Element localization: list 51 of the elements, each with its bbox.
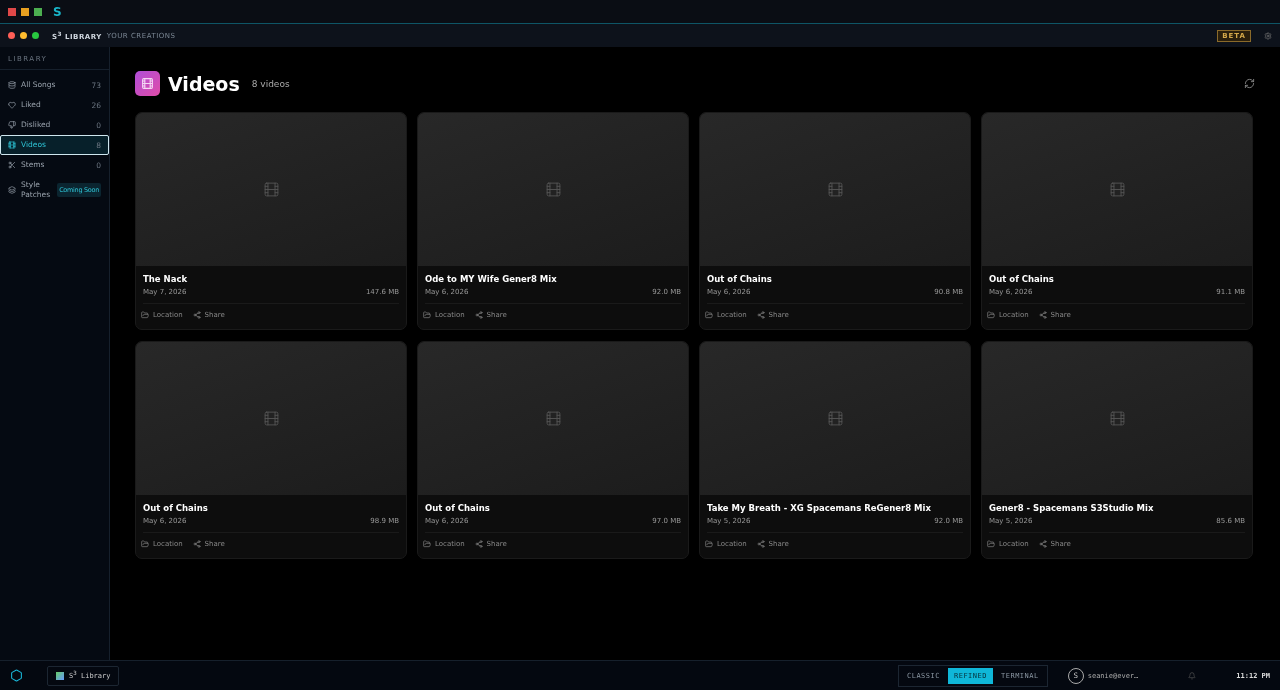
share-icon bbox=[474, 540, 483, 548]
thumbs-down-icon bbox=[8, 121, 16, 129]
share-icon bbox=[756, 540, 765, 548]
share-icon bbox=[474, 311, 483, 319]
film-icon bbox=[135, 71, 160, 96]
share-icon bbox=[192, 540, 201, 548]
film-icon bbox=[826, 410, 844, 427]
folder-icon bbox=[987, 311, 995, 319]
app-logo: S bbox=[53, 4, 62, 19]
video-title: Ode to MY Wife Gener8 Mix bbox=[425, 274, 558, 284]
layers-icon bbox=[8, 186, 16, 194]
film-icon bbox=[1108, 410, 1126, 427]
minimize-icon[interactable] bbox=[20, 32, 27, 39]
database-icon bbox=[8, 81, 16, 89]
refresh-icon[interactable] bbox=[1244, 78, 1255, 89]
share-icon bbox=[756, 311, 765, 319]
maximize-icon[interactable] bbox=[34, 7, 42, 16]
close-icon[interactable] bbox=[8, 32, 15, 39]
video-title: Gener8 - Spacemans S3Studio Mix bbox=[989, 503, 1155, 513]
video-title: Out of Chains bbox=[143, 503, 209, 513]
folder-icon bbox=[705, 540, 713, 548]
film-icon bbox=[1108, 181, 1126, 198]
folder-icon bbox=[705, 311, 713, 319]
folder-icon bbox=[987, 540, 995, 548]
folder-icon bbox=[423, 540, 431, 548]
film-icon bbox=[8, 141, 16, 149]
film-icon bbox=[262, 181, 280, 198]
share-icon bbox=[1038, 540, 1047, 548]
close-icon[interactable] bbox=[8, 7, 16, 16]
page-title: Videos bbox=[168, 72, 240, 95]
video-title: Out of Chains bbox=[707, 274, 773, 284]
film-icon bbox=[826, 181, 844, 198]
folder-icon bbox=[141, 540, 149, 548]
scissors-icon bbox=[8, 161, 16, 169]
film-icon bbox=[544, 181, 562, 198]
video-title: The Nack bbox=[143, 274, 189, 284]
video-title: Out of Chains bbox=[425, 503, 491, 513]
settings-icon[interactable] bbox=[1264, 31, 1272, 40]
share-icon bbox=[1038, 311, 1047, 319]
film-icon bbox=[544, 410, 562, 427]
video-title: Out of Chains bbox=[989, 274, 1055, 284]
hexagon-icon[interactable] bbox=[10, 669, 23, 682]
film-icon bbox=[262, 410, 280, 427]
share-icon bbox=[192, 311, 201, 319]
video-title: Take My Breath - XG Spacemans ReGener8 Mix bbox=[707, 503, 932, 513]
folder-icon bbox=[141, 311, 149, 319]
maximize-icon[interactable] bbox=[32, 32, 39, 39]
heart-icon bbox=[8, 101, 16, 109]
minimize-icon[interactable] bbox=[21, 7, 29, 16]
folder-icon bbox=[423, 311, 431, 319]
video-count: 8 videos bbox=[251, 78, 290, 89]
